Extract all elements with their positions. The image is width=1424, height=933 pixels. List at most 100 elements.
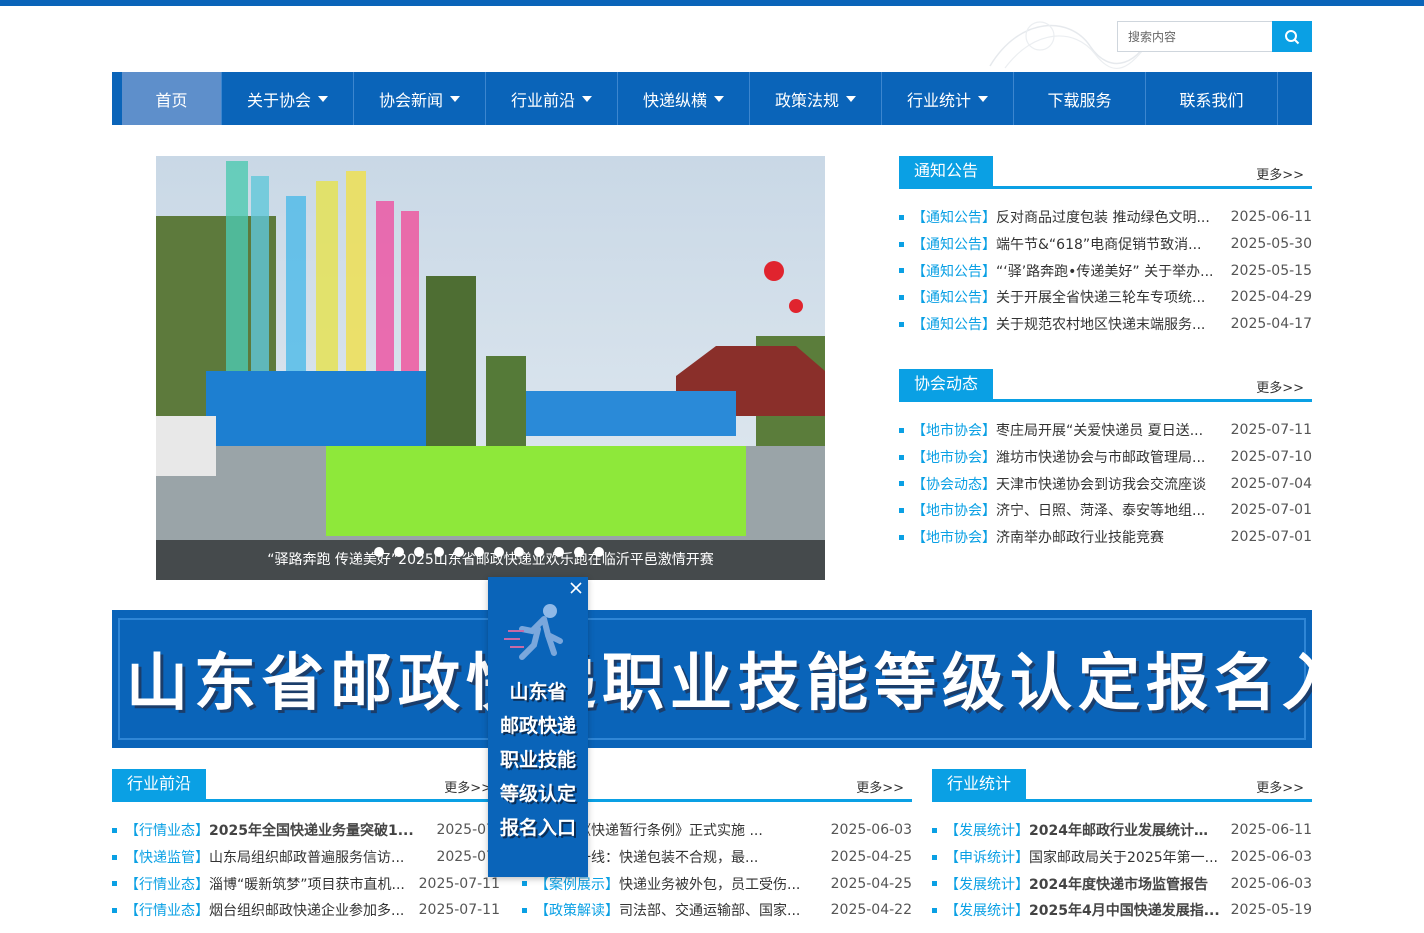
item-title[interactable]: 济宁、日照、菏泽、泰安等地组... [996, 500, 1221, 520]
item-date: 2025-04-29 [1230, 289, 1312, 306]
slider-dot[interactable] [374, 547, 384, 557]
list-item[interactable]: 【地市协会】 济宁、日照、菏泽、泰安等地组... 2025-07-01 [899, 497, 1312, 524]
item-title[interactable]: 潍坊市快递协会与市邮政管理局... [996, 447, 1221, 467]
item-tag[interactable]: 【地市协会】 [912, 527, 996, 547]
nav-item-5[interactable]: 政策法规 [750, 72, 882, 125]
item-title[interactable]: 快递业务被外包，员工受伤... [619, 874, 821, 894]
item-tag[interactable]: 【行情业态】 [125, 900, 209, 920]
slider-dot[interactable] [434, 547, 444, 557]
search-button[interactable] [1272, 21, 1312, 52]
dynamics-more-link[interactable]: 更多>> [1256, 377, 1304, 396]
item-tag[interactable]: 【快递监管】 [125, 847, 209, 867]
stats-more-link[interactable]: 更多>> [1256, 777, 1304, 796]
list-item[interactable]: 【行情业态】 烟台组织邮政快递企业参加多... 2025-07-11 [112, 897, 500, 924]
slider-dot[interactable] [454, 547, 464, 557]
list-item[interactable]: 【地市协会】 枣庄局开展“关爱快递员 夏日送... 2025-07-11 [899, 417, 1312, 444]
item-tag[interactable]: 【地市协会】 [912, 447, 996, 467]
item-tag[interactable]: 【地市协会】 [912, 420, 996, 440]
item-title[interactable]: 烟台组织邮政快递企业参加多... [209, 900, 409, 920]
slider-dot[interactable] [574, 547, 584, 557]
nav-item-4[interactable]: 快递纵横 [618, 72, 750, 125]
policy-more-link[interactable]: 更多>> [856, 777, 904, 796]
notices-more-link[interactable]: 更多>> [1256, 164, 1304, 183]
nav-item-1[interactable]: 关于协会 [222, 72, 354, 125]
list-item[interactable]: 【快递监管】 山东局组织邮政普遍服务信访... 2025-07- [112, 844, 500, 871]
notices-tab[interactable]: 通知公告 [899, 156, 994, 186]
slider-dot[interactable] [534, 547, 544, 557]
item-tag[interactable]: 【通知公告】 [912, 207, 996, 227]
item-title[interactable]: 《快递暂行条例》正式实施 ... [577, 820, 821, 840]
item-tag[interactable]: 【通知公告】 [912, 234, 996, 254]
item-title[interactable]: 关于规范农村地区快递末端服务... [996, 314, 1221, 334]
item-title[interactable]: 一线：快递包装不合规，最... [577, 847, 821, 867]
item-tag[interactable]: 【政策解读】 [535, 900, 619, 920]
image-slider[interactable]: “驿路奔跑 传递美好”2025山东省邮政快递业欢乐跑在临沂平邑激情开赛 [156, 156, 825, 580]
slider-dot[interactable] [474, 547, 484, 557]
list-item[interactable]: 【行情业态】 2025年全国快递业务量突破1... 2025-07- [112, 817, 500, 844]
nav-item-8[interactable]: 联系我们 [1146, 72, 1278, 125]
item-tag[interactable]: 【申诉统计】 [945, 847, 1029, 867]
stats-tab[interactable]: 行业统计 [932, 769, 1027, 799]
slider-dot[interactable] [494, 547, 504, 557]
nav-item-0[interactable]: 首页 [122, 72, 222, 125]
item-title[interactable]: “‘驿’路奔跑•传递美好” 关于举办... [996, 261, 1221, 281]
bullet-icon [899, 481, 904, 487]
slider-dot[interactable] [514, 547, 524, 557]
list-item[interactable]: 【地市协会】 济南举办邮政行业技能竞赛 2025-07-01 [899, 524, 1312, 551]
frontier-more-link[interactable]: 更多>> [444, 777, 492, 796]
item-title[interactable]: 反对商品过度包装 推动绿色文明... [996, 207, 1221, 227]
nav-item-7[interactable]: 下载服务 [1014, 72, 1146, 125]
item-title[interactable]: 淄博“暖新筑梦”项目获市直机... [209, 874, 409, 894]
frontier-tab[interactable]: 行业前沿 [112, 769, 207, 799]
item-title[interactable]: 关于开展全省快递三轮车专项统... [996, 287, 1221, 307]
slider-caption[interactable]: “驿路奔跑 传递美好”2025山东省邮政快递业欢乐跑在临沂平邑激情开赛 [156, 540, 825, 580]
list-item[interactable]: 【发展统计】 2024年度快递市场监管报告 2025-06-03 [932, 870, 1312, 897]
item-tag[interactable]: 【发展统计】 [945, 874, 1029, 894]
list-item[interactable]: 【地市协会】 潍坊市快递协会与市邮政管理局... 2025-07-10 [899, 444, 1312, 471]
nav-item-2[interactable]: 协会新闻 [354, 72, 486, 125]
list-item[interactable]: 【行情业态】 淄博“暖新筑梦”项目获市直机... 2025-07-11 [112, 870, 500, 897]
slider-dot[interactable] [594, 547, 604, 557]
list-item[interactable]: 【政策解读】 司法部、交通运输部、国家... 2025-04-22 [522, 897, 912, 924]
item-tag[interactable]: 【发展统计】 [945, 900, 1029, 920]
item-title[interactable]: 2024年度快递市场监管报告 [1029, 874, 1221, 894]
item-tag[interactable]: 【行情业态】 [125, 874, 209, 894]
nav-item-3[interactable]: 行业前沿 [486, 72, 618, 125]
list-item[interactable]: 【申诉统计】 国家邮政局关于2025年第一... 2025-06-03 [932, 844, 1312, 871]
list-item[interactable]: 【通知公告】 “‘驿’路奔跑•传递美好” 关于举办... 2025-05-15 [899, 257, 1312, 284]
slider-dot[interactable] [414, 547, 424, 557]
list-item[interactable]: 【发展统计】 2024年邮政行业发展统计公报 2025-06-11 [932, 817, 1312, 844]
list-item[interactable]: 【通知公告】 关于规范农村地区快递末端服务... 2025-04-17 [899, 311, 1312, 338]
item-tag[interactable]: 【通知公告】 [912, 261, 996, 281]
list-item[interactable]: 【通知公告】 反对商品过度包装 推动绿色文明... 2025-06-11 [899, 204, 1312, 231]
item-tag[interactable]: 【行情业态】 [125, 820, 209, 840]
bullet-icon [899, 534, 904, 540]
search-input[interactable] [1117, 21, 1273, 52]
item-title[interactable]: 国家邮政局关于2025年第一... [1029, 847, 1221, 867]
slider-dot[interactable] [394, 547, 404, 557]
list-item[interactable]: 【发展统计】 2025年4月中国快递发展指... 2025-05-19 [932, 897, 1312, 924]
list-item[interactable]: 【通知公告】 端午节&“618”电商促销节致消... 2025-05-30 [899, 231, 1312, 258]
item-tag[interactable]: 【通知公告】 [912, 287, 996, 307]
list-item[interactable]: 【协会动态】 天津市快递协会到访我会交流座谈 2025-07-04 [899, 470, 1312, 497]
item-title[interactable]: 2025年全国快递业务量突破1... [209, 820, 426, 840]
item-title[interactable]: 2024年邮政行业发展统计公报 [1029, 820, 1221, 840]
dynamics-tab[interactable]: 协会动态 [899, 369, 994, 399]
item-title[interactable]: 2025年4月中国快递发展指... [1029, 900, 1221, 920]
item-title[interactable]: 济南举办邮政行业技能竞赛 [996, 527, 1221, 547]
list-item[interactable]: 【通知公告】 关于开展全省快递三轮车专项统... 2025-04-29 [899, 284, 1312, 311]
item-title[interactable]: 天津市快递协会到访我会交流座谈 [996, 474, 1221, 494]
item-tag[interactable]: 【地市协会】 [912, 500, 996, 520]
item-title[interactable]: 山东局组织邮政普遍服务信访... [209, 847, 426, 867]
nav-item-6[interactable]: 行业统计 [882, 72, 1014, 125]
item-tag[interactable]: 【协会动态】 [912, 474, 996, 494]
item-tag[interactable]: 【发展统计】 [945, 820, 1029, 840]
certification-banner[interactable]: 山东省邮政快递职业技能等级认定报名入口 [112, 610, 1312, 748]
floating-ad[interactable]: 山东省 邮政快递 职业技能 等级认定 报名入口 [488, 577, 588, 877]
slider-dot[interactable] [554, 547, 564, 557]
item-title[interactable]: 司法部、交通运输部、国家... [619, 900, 821, 920]
item-title[interactable]: 端午节&“618”电商促销节致消... [996, 234, 1221, 254]
item-tag[interactable]: 【通知公告】 [912, 314, 996, 334]
item-title[interactable]: 枣庄局开展“关爱快递员 夏日送... [996, 420, 1221, 440]
close-icon[interactable] [568, 580, 584, 596]
